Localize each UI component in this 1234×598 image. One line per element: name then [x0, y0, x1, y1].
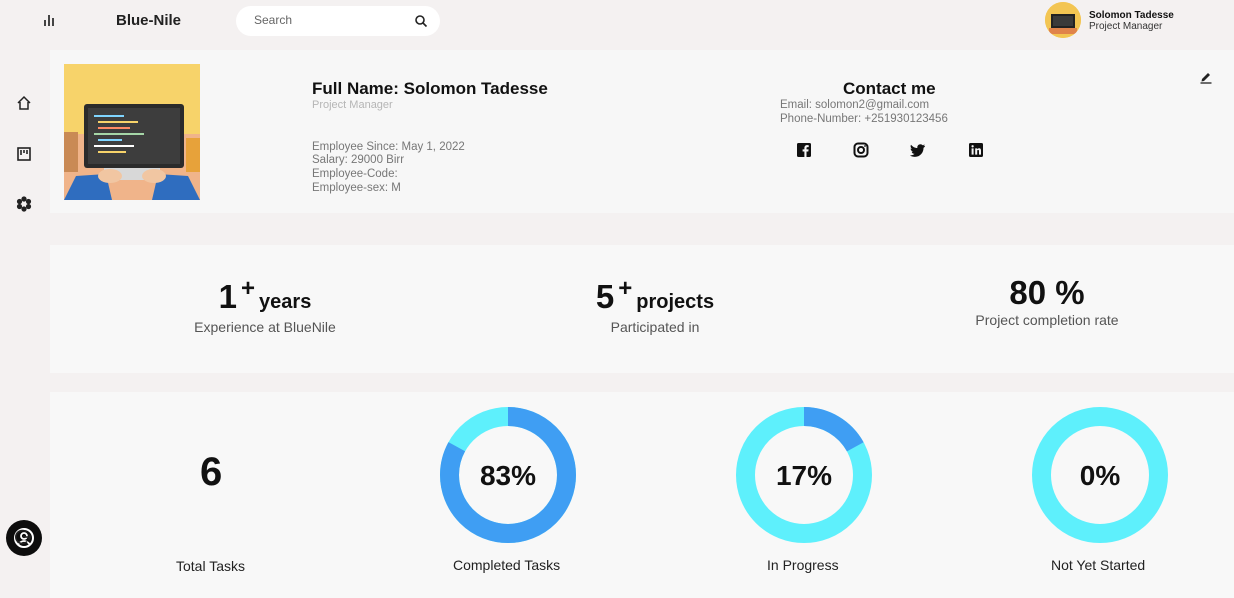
projects-caption: Participated in — [610, 319, 700, 335]
twitter-icon[interactable] — [910, 142, 926, 158]
in-progress-percent: 17% — [775, 460, 833, 491]
search-input[interactable] — [254, 13, 404, 27]
completed-tasks-label: Completed Tasks — [453, 557, 561, 573]
sidebar — [0, 50, 50, 598]
experience-plus: + — [241, 275, 256, 302]
contact-heading: Contact me — [843, 79, 936, 98]
salary: Salary: 29000 Birr — [312, 154, 405, 166]
employee-code: Employee-Code: — [312, 168, 398, 180]
brand-name[interactable]: Blue-Nile — [116, 12, 181, 29]
experience-stat: 1 + years Experience at BlueNile — [182, 275, 348, 335]
in-progress-label: In Progress — [767, 557, 839, 573]
profile-photo — [64, 64, 200, 200]
full-name: Full Name: Solomon Tadesse — [312, 79, 548, 98]
top-bar: Blue-Nile Solomon Tadesse Project Manage… — [0, 0, 1234, 50]
experience-value: 1 — [218, 278, 238, 315]
not-started-label: Not Yet Started — [1051, 557, 1146, 573]
logout-icon[interactable] — [15, 528, 33, 546]
user-role: Project Manager — [1089, 21, 1163, 32]
experience-unit: years — [259, 291, 312, 313]
search-box[interactable] — [236, 6, 440, 36]
linkedin-icon[interactable] — [968, 142, 984, 158]
projects-value: 5 — [595, 278, 615, 315]
total-tasks-value: 6 — [200, 450, 223, 494]
completion-caption: Project completion rate — [975, 312, 1119, 328]
settings-icon[interactable] — [15, 195, 33, 213]
projects-unit: projects — [636, 291, 715, 313]
contact-phone[interactable]: Phone-Number: +251930123456 — [780, 113, 948, 125]
instagram-icon[interactable] — [853, 142, 869, 158]
board-icon[interactable] — [15, 145, 33, 163]
completion-stat: 80 % Project completion rate — [966, 274, 1128, 334]
search-icon[interactable] — [414, 14, 428, 28]
employee-since: Employee Since: May 1, 2022 — [312, 141, 465, 153]
avatar[interactable] — [1045, 2, 1081, 38]
total-tasks-label: Total Tasks — [176, 558, 245, 574]
not-started-percent: 0% — [1079, 460, 1121, 491]
bar-chart-icon[interactable] — [44, 14, 58, 26]
edit-pencil-icon[interactable] — [1199, 70, 1213, 84]
completed-percent: 83% — [479, 460, 537, 491]
stats-panel: 1 + years Experience at BlueNile 5 + project… — [50, 245, 1234, 373]
tasks-panel: 6 Total Tasks 83% Completed Tasks 17% In… — [50, 392, 1234, 598]
job-title: Project Manager — [312, 99, 393, 111]
experience-caption: Experience at BlueNile — [194, 319, 336, 335]
completion-value: 80 % — [1009, 274, 1085, 311]
employee-sex: Employee-sex: M — [312, 182, 401, 194]
profile-card: Full Name: Solomon Tadesse Project Manag… — [50, 50, 1234, 213]
projects-plus: + — [618, 275, 633, 302]
facebook-icon[interactable] — [796, 142, 812, 158]
contact-email[interactable]: Email: solomon2@gmail.com — [780, 99, 929, 111]
user-name: Solomon Tadesse — [1089, 10, 1174, 21]
home-icon[interactable] — [15, 94, 33, 112]
projects-stat: 5 + projects Participated in — [580, 275, 730, 335]
